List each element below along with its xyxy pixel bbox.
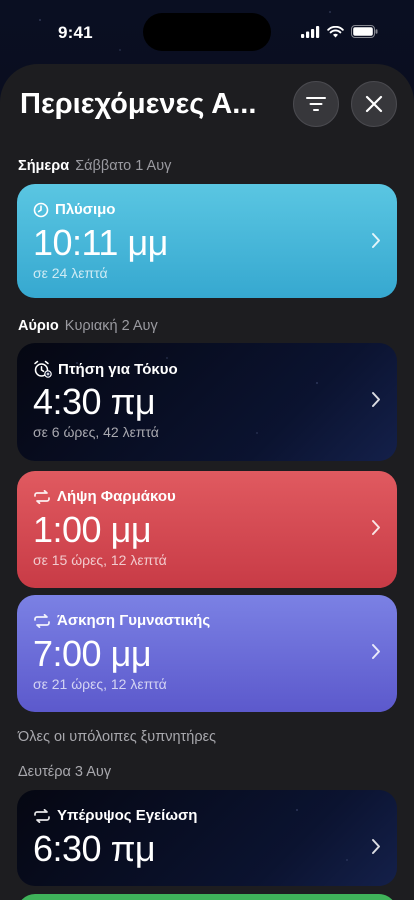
- alarm-card[interactable]: Πτήση για Τόκυο 4:30 πμ σε 6 ώρες, 42 λε…: [17, 343, 397, 461]
- alarm-clock-icon: [34, 360, 52, 378]
- alarm-period: πμ: [110, 381, 156, 422]
- alarm-period: μμ: [110, 509, 152, 550]
- alarm-time-value: 6:30: [33, 828, 102, 869]
- status-time: 9:41: [58, 23, 93, 42]
- status-icons: [301, 25, 378, 38]
- alarm-time: 10:11 μμ: [33, 222, 168, 264]
- alarm-label: Άσκηση Γυμναστικής: [57, 612, 211, 629]
- alarm-label-row: Πτήση για Τόκυο: [33, 360, 178, 378]
- alarm-card[interactable]: Πλύσιμο 10:11 μμ σε 24 λεπτά: [17, 184, 397, 298]
- alarm-time: 4:30 πμ: [33, 381, 156, 423]
- alarm-time-value: 7:00: [33, 633, 102, 674]
- alarm-label: Υπέρυψος Εγείωση: [57, 807, 198, 824]
- alarm-countdown: σε 21 ώρες, 12 λεπτά: [33, 676, 167, 692]
- chevron-right-icon: [372, 839, 380, 854]
- alarm-time: 6:30 πμ: [33, 828, 156, 870]
- alarm-label-row: Υπέρυψος Εγείωση: [33, 807, 197, 824]
- filter-button[interactable]: [293, 81, 339, 127]
- alarm-period: πμ: [110, 828, 156, 869]
- alarm-time-value: 4:30: [33, 381, 102, 422]
- section-day: Σήμερα: [18, 158, 70, 174]
- section-today: Σήμερα Σάββατο 1 Αυγ: [18, 158, 171, 174]
- alarm-time-value: 10:11: [33, 222, 118, 263]
- alarm-countdown: σε 15 ώρες, 12 λεπτά: [33, 552, 167, 568]
- battery-icon: [351, 25, 378, 38]
- filter-icon: [306, 97, 326, 111]
- alarm-countdown: σε 6 ώρες, 42 λεπτά: [33, 424, 159, 440]
- wifi-icon: [327, 25, 344, 37]
- close-icon: [365, 95, 383, 113]
- repeat-icon: [34, 808, 50, 823]
- alarm-time-value: 1:00: [33, 509, 102, 550]
- alarm-card[interactable]: Λήψη Φαρμάκου 1:00 μμ σε 15 ώρες, 12 λεπ…: [17, 471, 397, 588]
- section-tomorrow: Αύριο Κυριακή 2 Αυγ: [18, 318, 158, 334]
- alarm-card[interactable]: Υπέρυψος Εγείωση 6:30 πμ: [17, 790, 397, 886]
- alarm-label: Λήψη Φαρμάκου: [57, 488, 176, 505]
- alarm-label-row: Πλύσιμο: [33, 201, 115, 218]
- alarm-period: μμ: [127, 222, 168, 263]
- alarm-period: μμ: [110, 633, 152, 674]
- alarm-label: Πτήση για Τόκυο: [58, 360, 178, 378]
- chevron-right-icon: [372, 520, 380, 535]
- alarm-time: 7:00 μμ: [33, 633, 152, 675]
- repeat-icon: [34, 489, 50, 504]
- section-monday: Δευτέρα 3 Αυγ: [18, 764, 112, 780]
- alarm-time: 1:00 μμ: [33, 509, 152, 551]
- repeat-icon: [34, 613, 50, 628]
- alarm-label-row: Λήψη Φαρμάκου: [33, 488, 176, 505]
- upcoming-alarms-sheet: Περιεχόμενες Α... Σήμερα Σάββατο 1 Αυγ Πλ…: [0, 64, 414, 900]
- chevron-right-icon: [372, 644, 380, 659]
- alarm-card-partial[interactable]: [17, 894, 397, 900]
- close-button[interactable]: [351, 81, 397, 127]
- chevron-right-icon: [372, 233, 380, 248]
- status-bar: 9:41: [0, 0, 414, 58]
- dynamic-island: [143, 13, 271, 51]
- section-date: Κυριακή 2 Αυγ: [64, 318, 158, 334]
- alarm-card[interactable]: Άσκηση Γυμναστικής 7:00 μμ σε 21 ώρες, 1…: [17, 595, 397, 712]
- cellular-signal-icon: [301, 25, 320, 38]
- alarm-label-row: Άσκηση Γυμναστικής: [33, 612, 210, 629]
- clock-icon: [33, 202, 49, 217]
- section-other-alarms: Όλες οι υπόλοιπες ξυπνητήρες: [18, 729, 217, 745]
- chevron-right-icon: [372, 392, 380, 407]
- section-day: Αύριο: [18, 318, 59, 334]
- sheet-title: Περιεχόμενες Α...: [20, 88, 257, 120]
- section-date: Σάββατο 1 Αυγ: [75, 158, 172, 174]
- alarm-countdown: σε 24 λεπτά: [33, 265, 108, 281]
- alarm-label: Πλύσιμο: [55, 201, 116, 218]
